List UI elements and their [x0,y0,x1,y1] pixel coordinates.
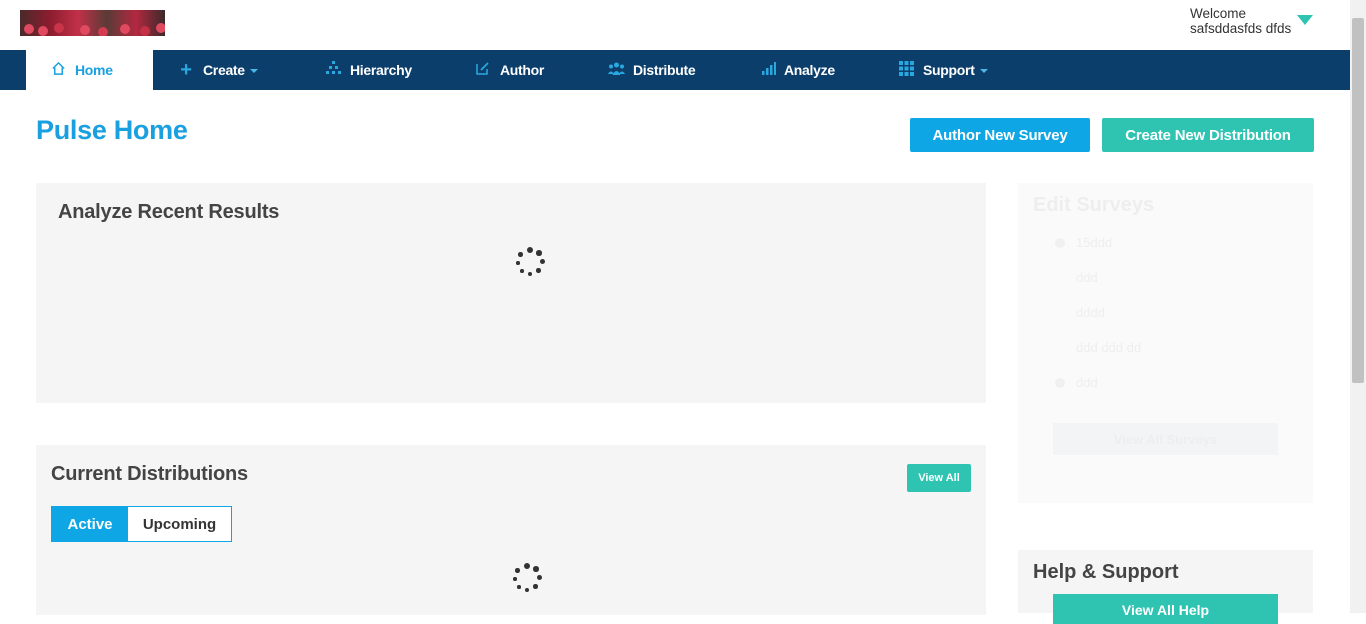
brand-logo[interactable] [20,10,165,36]
view-all-distributions-button[interactable]: View All [907,464,971,492]
people-icon [608,62,625,79]
top-header: Welcome safsddasfds dfds [0,0,1350,50]
analyze-recent-results-panel: Analyze Recent Results [36,183,986,403]
survey-item[interactable]: dddd [1076,305,1105,320]
nav-distribute-label: Distribute [633,62,696,78]
grid-icon [898,60,914,80]
nav-analyze[interactable]: Analyze [761,50,835,90]
nav-create-label: Create [203,62,245,78]
nav-analyze-label: Analyze [784,62,835,78]
survey-dot-icon [1055,378,1065,388]
hierarchy-icon [325,61,341,79]
view-all-surveys-button[interactable]: View All Surveys [1053,423,1278,455]
panel-title: Analyze Recent Results [58,201,280,223]
survey-item[interactable]: 15ddd [1076,235,1112,250]
view-all-help-button[interactable]: View All Help [1053,594,1278,624]
nav-create[interactable]: + Create [178,50,258,90]
distribution-toggle: Active Upcoming [51,506,232,542]
tab-upcoming[interactable]: Upcoming [128,507,231,541]
nav-distribute[interactable]: Distribute [608,50,696,90]
survey-item[interactable]: ddd ddd dd [1076,340,1141,355]
nav-author[interactable]: Author [475,50,544,90]
home-icon [50,61,66,80]
chevron-down-icon [249,69,258,73]
edit-icon [475,61,491,79]
nav-home-label: Home [75,62,113,78]
survey-dot-icon [1055,238,1065,248]
panel-title: Help & Support [1033,561,1179,583]
page-title: Pulse Home [36,115,188,145]
caret-down-icon[interactable] [1297,15,1313,25]
main-nav: Home + Create Hierarchy Author Distribut… [0,50,1350,90]
nav-support[interactable]: Support [898,50,988,90]
nav-hierarchy-label: Hierarchy [350,62,412,78]
tab-active[interactable]: Active [52,507,128,541]
nav-hierarchy[interactable]: Hierarchy [325,50,412,90]
panel-title: Edit Surveys [1033,194,1155,216]
author-new-survey-button[interactable]: Author New Survey [910,118,1090,152]
plus-icon: + [180,58,192,81]
current-distributions-panel: Current Distributions View All Active Up… [36,445,986,615]
welcome-label: Welcome [1190,6,1247,21]
survey-item[interactable]: ddd [1076,270,1098,285]
bar-chart-icon [761,61,777,79]
nav-author-label: Author [500,62,545,78]
loading-spinner-icon [510,562,544,596]
loading-spinner-icon [513,246,547,280]
nav-home[interactable]: Home [26,50,153,90]
panel-title: Current Distributions [51,463,248,485]
user-name: safsddasfds dfds [1190,21,1292,36]
edit-surveys-panel: Edit Surveys 15ddd ddd dddd ddd ddd dd d… [1018,183,1313,503]
scrollbar-thumb[interactable] [1352,18,1364,383]
survey-item[interactable]: ddd [1076,375,1098,390]
nav-support-label: Support [923,62,975,78]
help-support-panel: Help & Support View All Help [1018,550,1313,624]
create-new-distribution-button[interactable]: Create New Distribution [1102,118,1314,152]
chevron-down-icon [979,69,988,73]
user-menu[interactable]: Welcome safsddasfds dfds [1190,6,1291,36]
